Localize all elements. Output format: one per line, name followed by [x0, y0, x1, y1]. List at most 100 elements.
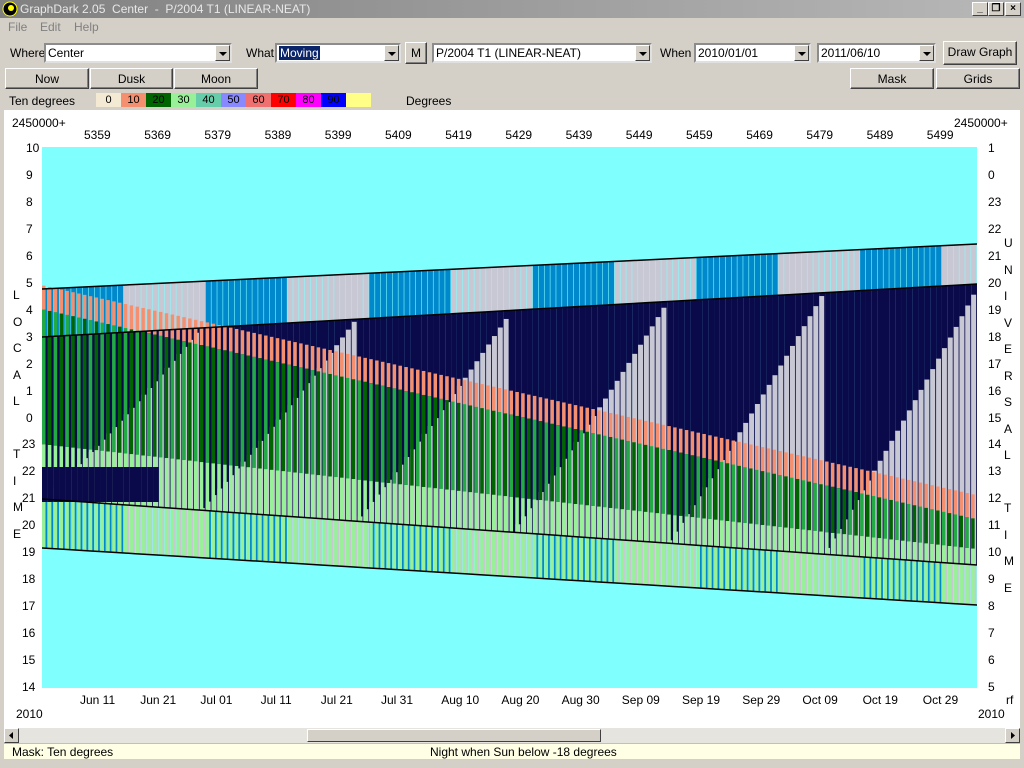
chevron-down-icon[interactable] [384, 45, 399, 61]
twilight-column [451, 269, 457, 314]
altitude-band [836, 488, 841, 534]
altitude-band [386, 363, 391, 388]
altitude-band [299, 343, 303, 368]
dusk-button[interactable]: Dusk [90, 68, 173, 89]
draw-graph-button[interactable]: Draw Graph [943, 41, 1017, 65]
altitude-band [234, 352, 239, 466]
m-button[interactable]: M [405, 42, 427, 64]
left-axis-tick: 23 [22, 437, 36, 452]
menu-file[interactable]: File [8, 20, 27, 34]
where-select[interactable]: Center [44, 43, 232, 63]
close-button[interactable]: × [1005, 2, 1021, 16]
altitude-band [673, 451, 677, 516]
twilight-column [638, 260, 644, 304]
altitude-band [953, 514, 958, 547]
altitude-band [421, 370, 426, 395]
altitude-band [819, 484, 823, 532]
altitude-band [345, 377, 350, 479]
twilight-column [842, 250, 848, 292]
end-date-select[interactable]: 2011/06/10 [817, 43, 936, 63]
altitude-band [614, 414, 619, 439]
date-tick-label: Jul 01 [200, 693, 233, 707]
status-bar: Mask: Ten degrees Night when Sun below -… [4, 743, 1020, 759]
menu-bar: File Edit Help [0, 18, 1024, 37]
twilight-column [731, 255, 737, 298]
legend-swatch: 80 [296, 93, 321, 107]
chevron-down-icon[interactable] [919, 45, 934, 61]
altitude-band [404, 391, 408, 486]
night-column [135, 467, 142, 502]
altitude-band [883, 538, 888, 600]
menu-help[interactable]: Help [74, 20, 99, 34]
twilight-column [491, 267, 498, 312]
altitude-band [299, 473, 303, 564]
altitude-band [462, 380, 467, 405]
triangle-left-icon [9, 732, 13, 739]
object-select[interactable]: P/2004 T1 (LINEAR-NEAT) [432, 43, 652, 63]
chevron-down-icon[interactable] [794, 45, 809, 61]
scroll-left-arrow[interactable] [4, 728, 19, 743]
legend-swatch: 0 [96, 93, 121, 107]
altitude-band [433, 373, 438, 398]
visibility-plot[interactable] [42, 147, 977, 688]
altitude-band [579, 406, 584, 431]
date-tick-label: Jun 11 [80, 693, 116, 707]
altitude-band [830, 462, 835, 487]
moon-button[interactable]: Moon [174, 68, 258, 89]
right-axis-tick: 10 [988, 545, 1002, 560]
altitude-band [164, 458, 169, 556]
altitude-band [737, 465, 741, 523]
mask-button[interactable]: Mask [850, 68, 934, 89]
right-axis-tick: 18 [988, 329, 1002, 344]
altitude-band [304, 368, 309, 474]
what-select[interactable]: Moving [275, 43, 401, 63]
altitude-band [532, 395, 537, 420]
horizontal-scrollbar[interactable] [4, 728, 1020, 743]
altitude-band [889, 475, 893, 500]
altitude-band [363, 381, 367, 481]
twilight-column [363, 273, 369, 319]
altitude-band [544, 422, 549, 501]
altitude-band [696, 432, 701, 457]
minimize-button[interactable]: _ [972, 2, 988, 16]
altitude-band [252, 332, 256, 357]
altitude-band [655, 447, 660, 514]
altitude-band [106, 324, 110, 452]
altitude-band [147, 309, 151, 334]
chevron-down-icon[interactable] [215, 45, 230, 61]
twilight-column [556, 264, 562, 308]
altitude-band [924, 507, 928, 544]
what-label: What [246, 46, 275, 60]
grids-button[interactable]: Grids [936, 68, 1020, 89]
graph-area[interactable]: 2450000+ 2450000+ 5359 5369 5379 5389 5399 54… [4, 110, 1020, 728]
altitude-band [59, 289, 64, 314]
scroll-thumb[interactable] [307, 729, 601, 742]
chevron-down-icon[interactable] [635, 45, 650, 61]
altitude-band [661, 448, 665, 514]
altitude-band [497, 388, 502, 413]
right-axis-title-char: R [1004, 368, 1013, 383]
altitude-band [708, 435, 712, 460]
altitude-band [620, 509, 625, 584]
twilight-column [719, 256, 726, 299]
altitude-band [357, 356, 362, 381]
altitude-band [906, 541, 911, 601]
altitude-band [532, 499, 537, 579]
altitude-band [53, 312, 58, 446]
left-axis-tick: 15 [22, 653, 36, 668]
menu-edit[interactable]: Edit [40, 20, 61, 34]
scroll-right-arrow[interactable] [1005, 728, 1020, 743]
altitude-band [480, 408, 484, 494]
altitude-band [877, 497, 882, 539]
altitude-band [515, 415, 519, 498]
jd-prefix-right: 2450000+ [954, 116, 1008, 130]
altitude-band [451, 401, 455, 491]
start-date-select[interactable]: 2010/01/01 [694, 43, 811, 63]
altitude-band [795, 454, 800, 479]
now-button[interactable]: Now [5, 68, 89, 89]
altitude-band [655, 513, 660, 586]
jd-tick-label: 5429 [505, 128, 533, 142]
legend-title: Ten degrees [9, 94, 76, 108]
night-column [47, 467, 54, 502]
restore-button[interactable]: ❐ [988, 2, 1004, 16]
